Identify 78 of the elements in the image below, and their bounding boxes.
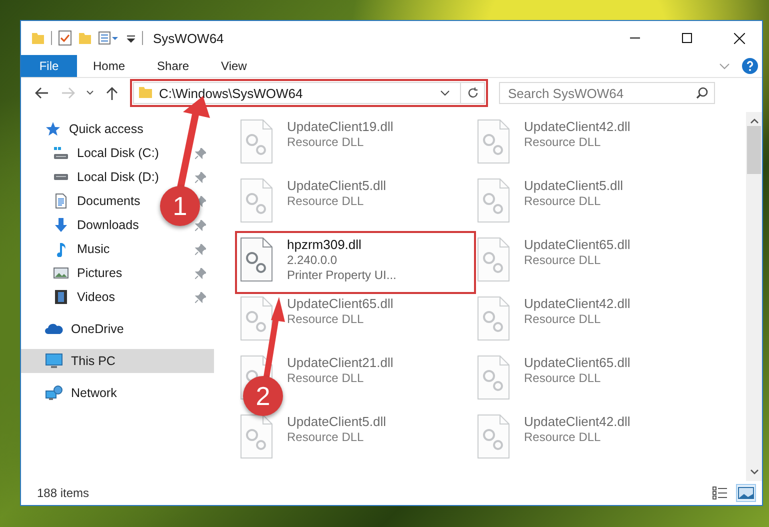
minimize-icon[interactable] — [630, 37, 640, 39]
monitor-icon — [45, 353, 63, 369]
item-count: 188 items — [37, 486, 90, 500]
back-arrow-icon[interactable] — [35, 87, 49, 99]
search-icon[interactable] — [696, 87, 708, 99]
pin-icon[interactable] — [195, 148, 206, 158]
file-detail: Resource DLL — [287, 430, 365, 445]
ribbon-tab[interactable]: Home — [77, 55, 142, 77]
file-name: UpdateClient5.dll — [524, 178, 624, 194]
sidebar-item[interactable]: Local Disk (D:) — [21, 165, 214, 189]
file-name: UpdateClient42.dll — [524, 119, 630, 135]
window-title: SysWOW64 — [153, 30, 225, 46]
up-arrow-icon[interactable] — [106, 86, 118, 100]
file-detail: Resource DLL — [287, 194, 365, 209]
file-name: UpdateClient21.dll — [287, 355, 394, 371]
file-detail: Resource DLL — [287, 135, 365, 150]
file-detail: Printer Property UI... — [287, 268, 396, 283]
file-menu-tab[interactable]: File — [21, 55, 77, 77]
ribbon-tab[interactable]: View — [205, 55, 263, 77]
file-detail: Resource DLL — [287, 312, 365, 327]
customize-toolbar-icon[interactable] — [98, 31, 120, 45]
film-icon — [53, 289, 69, 305]
ribbon-tab[interactable]: Share — [141, 55, 206, 77]
file-name: UpdateClient65.dll — [524, 237, 630, 253]
document-icon — [53, 193, 69, 209]
dropdown-icon[interactable] — [126, 33, 136, 43]
file-detail: Resource DLL — [524, 430, 602, 445]
sidebar-item[interactable]: Music — [21, 237, 214, 261]
scrollbar-thumb[interactable] — [747, 126, 761, 174]
search-field[interactable]: Search SysWOW64 — [499, 82, 715, 104]
file-detail: 2.240.0.0 — [287, 253, 338, 268]
expand-ribbon-icon[interactable] — [719, 62, 730, 70]
file-name: UpdateClient65.dll — [524, 355, 630, 371]
file-detail: Resource DLL — [524, 371, 602, 386]
download-icon — [53, 217, 69, 233]
close-icon[interactable] — [734, 32, 744, 44]
scroll-up-icon[interactable] — [750, 118, 758, 124]
drive-icon — [53, 145, 69, 161]
sidebar-item[interactable]: OneDrive — [21, 317, 214, 341]
pin-icon[interactable] — [195, 268, 206, 278]
file-name: UpdateClient42.dll — [524, 296, 630, 312]
chevron-down-icon[interactable] — [86, 90, 94, 96]
file-name: UpdateClient65.dll — [287, 296, 394, 312]
sidebar-item[interactable]: This PC — [21, 349, 214, 373]
network-icon — [45, 385, 63, 401]
file-detail: Resource DLL — [524, 253, 602, 268]
scroll-down-icon[interactable] — [750, 469, 758, 475]
file-detail: Resource DLL — [524, 312, 602, 327]
pin-icon[interactable] — [195, 172, 206, 182]
pin-icon[interactable] — [195, 292, 206, 302]
refresh-icon[interactable] — [466, 87, 478, 99]
file-detail: Resource DLL — [524, 194, 602, 209]
sidebar-item[interactable]: Videos — [21, 285, 214, 309]
chevron-down-icon[interactable] — [440, 90, 450, 96]
help-icon[interactable] — [742, 58, 758, 74]
sidebar-item[interactable]: Quick access — [21, 117, 214, 141]
file-name: UpdateClient5.dll — [287, 414, 386, 430]
sidebar-item[interactable]: Pictures — [21, 261, 214, 285]
properties-icon[interactable] — [58, 30, 72, 46]
address-bar[interactable]: C:\Windows\SysWOW64 — [133, 82, 485, 104]
scrollbar[interactable] — [746, 112, 762, 481]
file-name: UpdateClient19.dll — [287, 119, 394, 135]
sidebar-item[interactable]: Local Disk (C:) — [21, 141, 214, 165]
maximize-icon[interactable] — [682, 33, 692, 43]
picture-icon — [53, 265, 69, 281]
file-name: UpdateClient5.dll — [287, 178, 386, 194]
sidebar-item[interactable]: Network — [21, 381, 214, 405]
pin-icon[interactable] — [195, 244, 206, 254]
file-tile[interactable]: hpzrm309.dll 2.240.0.0 Printer Property UI... — [237, 233, 474, 292]
folder-icon — [139, 87, 153, 99]
file-name: UpdateClient42.dll — [524, 414, 630, 430]
drive-icon — [53, 173, 69, 181]
file-name: hpzrm309.dll — [287, 237, 362, 253]
pin-icon[interactable] — [195, 220, 206, 230]
file-detail: Resource DLL — [524, 135, 602, 150]
cloud-icon — [45, 321, 63, 337]
file-detail: Resource DLL — [287, 371, 365, 386]
star-icon — [45, 121, 61, 137]
